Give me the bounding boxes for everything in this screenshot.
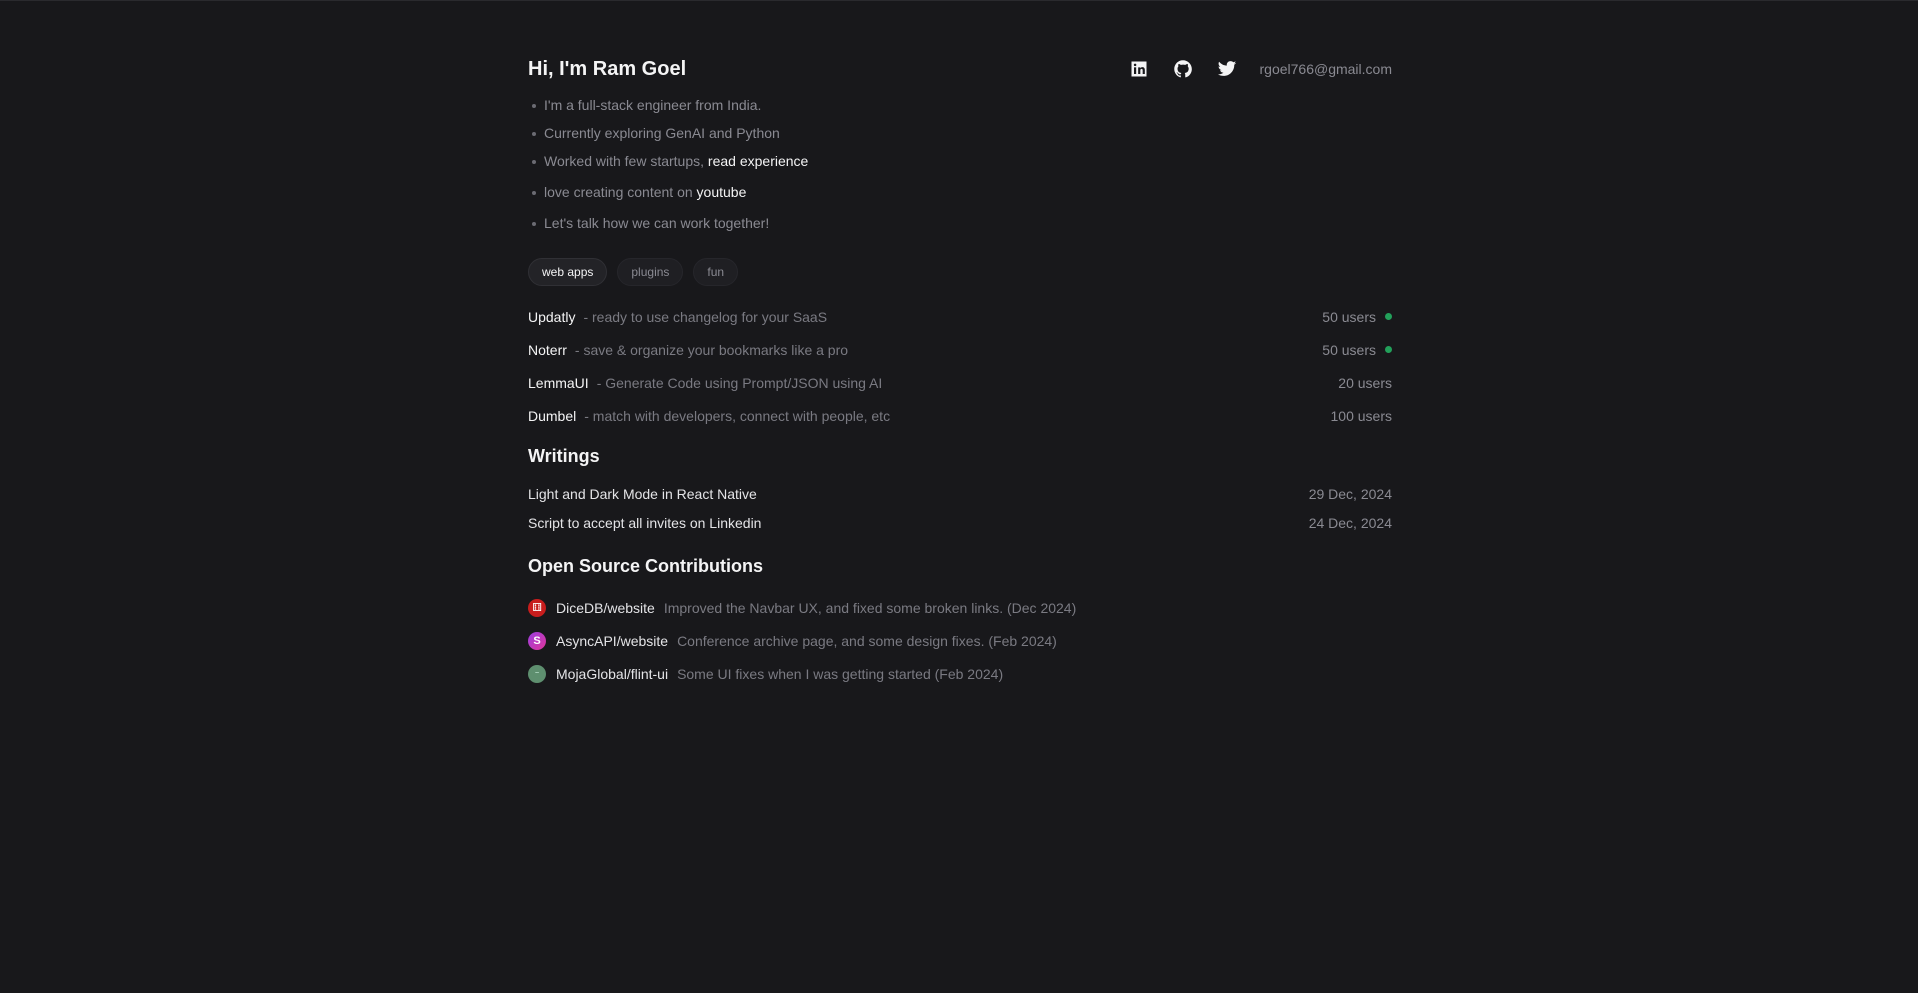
project-desc: - save & organize your bookmarks like a … [574, 341, 849, 358]
filter-chips: web apps plugins fun [528, 258, 739, 286]
intro-item: Currently exploring GenAI and Python [528, 123, 808, 151]
intro-text: Worked with few startups, [544, 153, 705, 169]
intro-item: Let's talk how we can work together! [528, 213, 808, 241]
filter-fun[interactable]: fun [693, 258, 739, 286]
filter-web-apps[interactable]: web apps [528, 258, 608, 286]
intro-text: I'm a full-stack engineer from India. [544, 97, 762, 113]
header: Hi, I'm Ram Goel rgoel766@gmail.com [528, 0, 1392, 90]
intro-item: Worked with few startups, read experienc… [528, 151, 808, 182]
project-name[interactable]: Dumbel [528, 408, 576, 424]
linkedin-icon[interactable] [1128, 58, 1150, 80]
contribution-repo[interactable]: DiceDB/website [556, 600, 655, 616]
user-count: 100 users [1330, 407, 1392, 424]
experience-link[interactable]: read experience [708, 153, 808, 169]
page-title: Hi, I'm Ram Goel [528, 58, 687, 80]
project-row: Dumbel - match with developers, connect … [528, 399, 1392, 432]
asyncapi-icon: S [528, 631, 546, 650]
project-name[interactable]: LemmaUI [528, 375, 589, 391]
twitter-icon[interactable] [1216, 58, 1238, 80]
project-users: 100 users [1331, 408, 1392, 424]
writing-row: Script to accept all invites on Linkedin… [528, 508, 1392, 537]
project-name[interactable]: Noterr [528, 342, 567, 358]
dice-icon: ⚅ [528, 598, 546, 617]
email-link[interactable]: rgoel766@gmail.com [1260, 61, 1393, 77]
filter-plugins[interactable]: plugins [617, 258, 684, 286]
user-count: 50 users [1322, 341, 1376, 358]
youtube-link[interactable]: youtube [697, 184, 747, 200]
project-desc: - Generate Code using Prompt/JSON using … [596, 374, 883, 391]
project-desc: - match with developers, connect with pe… [584, 407, 891, 424]
contribution-row: S AsyncAPI/website Conference archive pa… [528, 624, 1076, 657]
contribution-desc: Some UI fixes when I was getting started… [677, 665, 1004, 682]
project-users: 50 users [1322, 309, 1392, 325]
project-row: Noterr - save & organize your bookmarks … [528, 333, 1392, 366]
project-row: LemmaUI - Generate Code using Prompt/JSO… [528, 366, 1392, 399]
writings-list: Light and Dark Mode in React Native 29 D… [528, 479, 1392, 537]
writing-title[interactable]: Script to accept all invites on Linkedin [528, 515, 761, 531]
project-name[interactable]: Updatly [528, 309, 575, 325]
writing-date: 29 Dec, 2024 [1308, 485, 1392, 502]
intro-item: I'm a full-stack engineer from India. [528, 95, 808, 123]
contributions-list: ⚅ DiceDB/website Improved the Navbar UX,… [528, 591, 1076, 690]
project-users: 20 users [1338, 375, 1392, 391]
social-links: rgoel766@gmail.com [1106, 58, 1393, 80]
live-status-dot [1385, 346, 1392, 353]
intro-text: love creating content on [544, 184, 693, 200]
project-list: Updatly - ready to use changelog for you… [528, 300, 1392, 432]
writings-heading: Writings [528, 446, 600, 466]
project-users: 50 users [1322, 342, 1392, 358]
intro-text: Currently exploring GenAI and Python [544, 125, 780, 141]
intro-item: love creating content on youtube [528, 182, 808, 213]
github-icon[interactable] [1172, 58, 1194, 80]
contribution-row: ⚅ DiceDB/website Improved the Navbar UX,… [528, 591, 1076, 624]
writing-row: Light and Dark Mode in React Native 29 D… [528, 479, 1392, 508]
contribution-repo[interactable]: MojaGlobal/flint-ui [556, 666, 668, 682]
contribution-desc: Conference archive page, and some design… [677, 632, 1057, 649]
writing-title[interactable]: Light and Dark Mode in React Native [528, 486, 757, 502]
intro-text: Let's talk how we can work together! [544, 215, 770, 231]
project-row: Updatly - ready to use changelog for you… [528, 300, 1392, 333]
project-desc: - ready to use changelog for your SaaS [583, 308, 828, 325]
contribution-repo[interactable]: AsyncAPI/website [556, 633, 668, 649]
live-status-dot [1385, 313, 1392, 320]
contribution-row: ~ MojaGlobal/flint-ui Some UI fixes when… [528, 657, 1076, 690]
main-container: Hi, I'm Ram Goel rgoel766@gmail.com I'm … [528, 0, 1392, 683]
user-count: 50 users [1322, 308, 1376, 325]
contribution-desc: Improved the Navbar UX, and fixed some b… [663, 599, 1077, 616]
intro-list: I'm a full-stack engineer from India. Cu… [528, 95, 808, 241]
mojaglobal-icon: ~ [528, 664, 546, 683]
contributions-heading: Open Source Contributions [528, 556, 764, 576]
user-count: 20 users [1338, 374, 1392, 391]
writing-date: 24 Dec, 2024 [1308, 514, 1392, 531]
